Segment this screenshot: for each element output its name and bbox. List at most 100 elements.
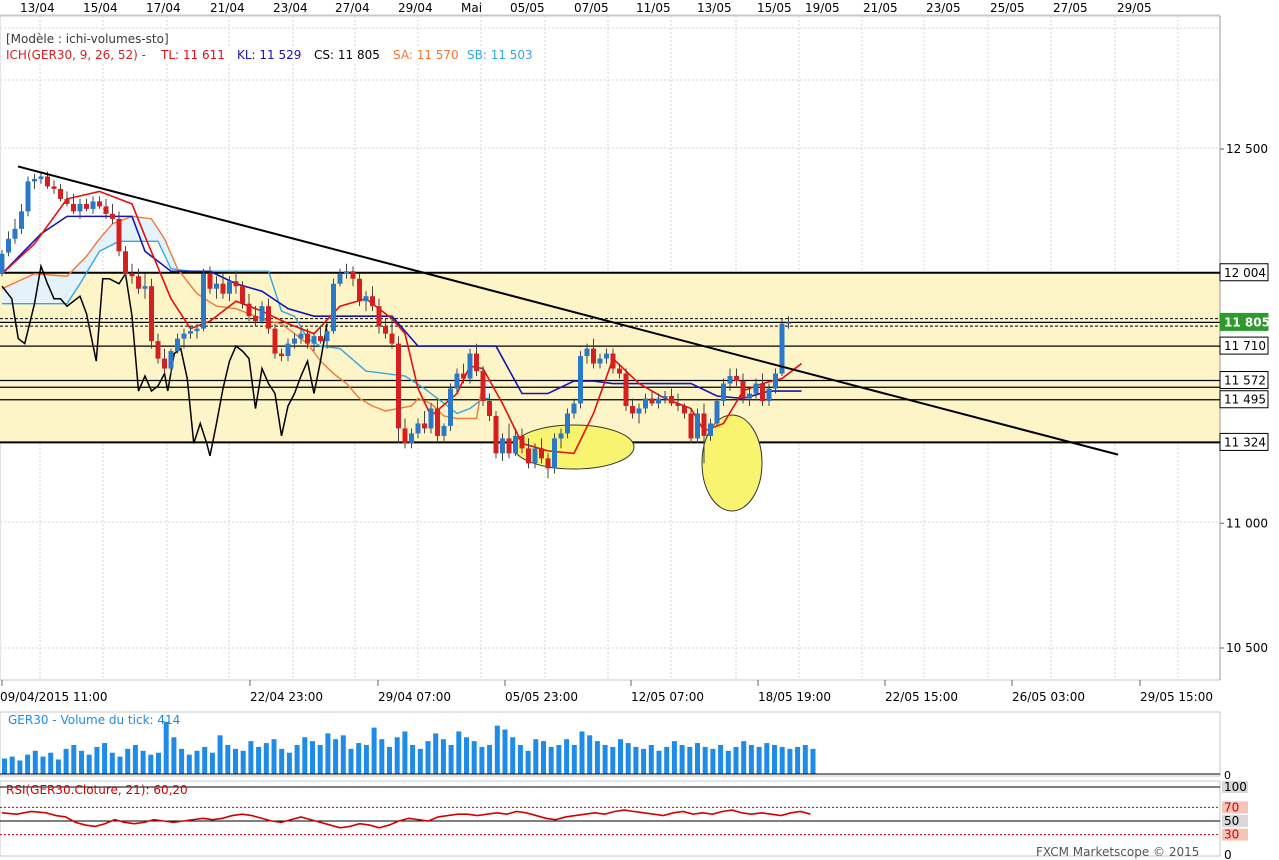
candle-body — [539, 448, 544, 459]
candle-body — [344, 271, 349, 274]
volume-bar — [86, 754, 92, 774]
volume-bar — [209, 752, 215, 774]
cloud-segment — [148, 218, 152, 242]
candle-body — [623, 373, 629, 406]
volume-bar — [779, 746, 785, 774]
volume-bar — [456, 731, 462, 774]
volume-bar — [517, 745, 523, 774]
cloud-segment — [31, 273, 35, 304]
candle-body — [6, 238, 11, 253]
candle-body — [220, 283, 226, 294]
candle-body — [571, 403, 577, 414]
volume-bar — [510, 737, 516, 774]
volume-bar — [594, 741, 600, 774]
candle-body — [38, 176, 44, 179]
candle-body — [181, 333, 187, 339]
top-date-label: 29/04 — [398, 1, 433, 15]
legend-model: [Modèle : ichi-volumes-sto] — [6, 32, 169, 46]
volume-bar — [48, 752, 54, 774]
cloud-segment — [128, 216, 132, 242]
volume-bar — [248, 741, 254, 774]
ger30-chart[interactable]: 13/04 15/04 17/04 21/04 23/04 27/04 29/04 Mai 05… — [0, 0, 1279, 860]
volume-bar — [32, 750, 38, 774]
volume-bar — [702, 746, 708, 774]
candle-body — [110, 213, 115, 219]
candle-body — [97, 201, 102, 207]
volume-bar — [71, 745, 77, 774]
candle-body — [682, 405, 687, 414]
price-tick-label: 11 000 — [1226, 516, 1268, 530]
rsi-axis-label: 50 — [1224, 814, 1239, 828]
top-date-label: Mai — [461, 1, 482, 15]
candle-body — [45, 176, 50, 187]
candle-body — [532, 448, 538, 464]
volume-bar — [494, 725, 500, 774]
candle-body — [253, 316, 258, 322]
candle-body — [71, 203, 76, 212]
candle-body — [506, 438, 512, 454]
candle-body — [116, 218, 122, 252]
cloud-segment — [63, 275, 67, 304]
volume-bar — [448, 745, 454, 774]
candle-body — [636, 408, 642, 414]
volume-bar — [132, 745, 138, 774]
bottom-date-label: 18/05 19:00 — [758, 690, 831, 704]
volume-bar — [579, 731, 585, 774]
candle-body — [578, 356, 583, 404]
candle-body — [357, 278, 362, 302]
volume-title: GER30 - Volume du tick: 414 — [8, 713, 180, 727]
bottom-date-label: 09/04/2015 11:00 — [0, 690, 108, 704]
candle-body — [324, 331, 330, 342]
volume-bar — [479, 746, 485, 774]
volume-bar — [225, 745, 231, 774]
candle-body — [760, 383, 765, 401]
bottom-date-label: 12/05 07:00 — [631, 690, 704, 704]
bottom-date-label: 26/05 03:00 — [1012, 690, 1085, 704]
candle-body — [688, 413, 694, 439]
volume-bar — [471, 741, 477, 774]
volume-bar — [363, 745, 369, 774]
volume-bar — [25, 754, 31, 774]
candle-body — [318, 336, 323, 342]
volume-bar — [9, 756, 15, 774]
top-date-label: 13/05 — [697, 1, 732, 15]
volume-bar — [610, 746, 616, 774]
volume-bar — [233, 748, 238, 774]
candle-body — [240, 286, 245, 304]
volume-bar — [186, 754, 192, 774]
legend-sb: SB: 11 503 — [467, 48, 533, 62]
volume-bar — [263, 743, 269, 774]
top-date-label: 19/05 — [805, 1, 840, 15]
top-date-label: 11/05 — [636, 1, 671, 15]
volume-bar — [140, 750, 146, 774]
top-date-label: 15/04 — [83, 1, 118, 15]
candle-body — [480, 371, 486, 401]
candle-body — [51, 186, 57, 189]
volume-bar — [687, 746, 693, 774]
volume-bar — [541, 741, 546, 774]
rsi-axis: 100 705030 0 — [1222, 780, 1248, 860]
cloud-segment — [57, 275, 61, 304]
volume-bar — [795, 746, 801, 774]
price-panel[interactable]: [Modèle : ichi-volumes-sto] ICH(GER30, 9… — [0, 15, 1221, 681]
candle-body — [259, 306, 265, 322]
candle-body — [370, 296, 375, 307]
candle-body — [266, 306, 271, 329]
candle-body — [272, 328, 278, 354]
volume-bar — [102, 743, 108, 774]
volume-bar — [802, 745, 808, 774]
candle-body — [617, 368, 622, 374]
volume-bar — [79, 750, 84, 774]
volume-bar — [502, 729, 508, 774]
candle-body — [233, 281, 239, 287]
volume-bar — [240, 750, 246, 774]
candle-body — [461, 373, 466, 379]
candle-body — [77, 203, 83, 212]
volume-bar — [256, 746, 262, 774]
candle-body — [383, 326, 388, 334]
rsi-axis-label: 0 — [1224, 848, 1232, 860]
volume-bar — [618, 739, 623, 774]
volume-bar — [671, 741, 677, 774]
candle-body — [227, 281, 232, 294]
volume-panel[interactable]: GER30 - Volume du tick: 414 0 — [0, 711, 1231, 782]
